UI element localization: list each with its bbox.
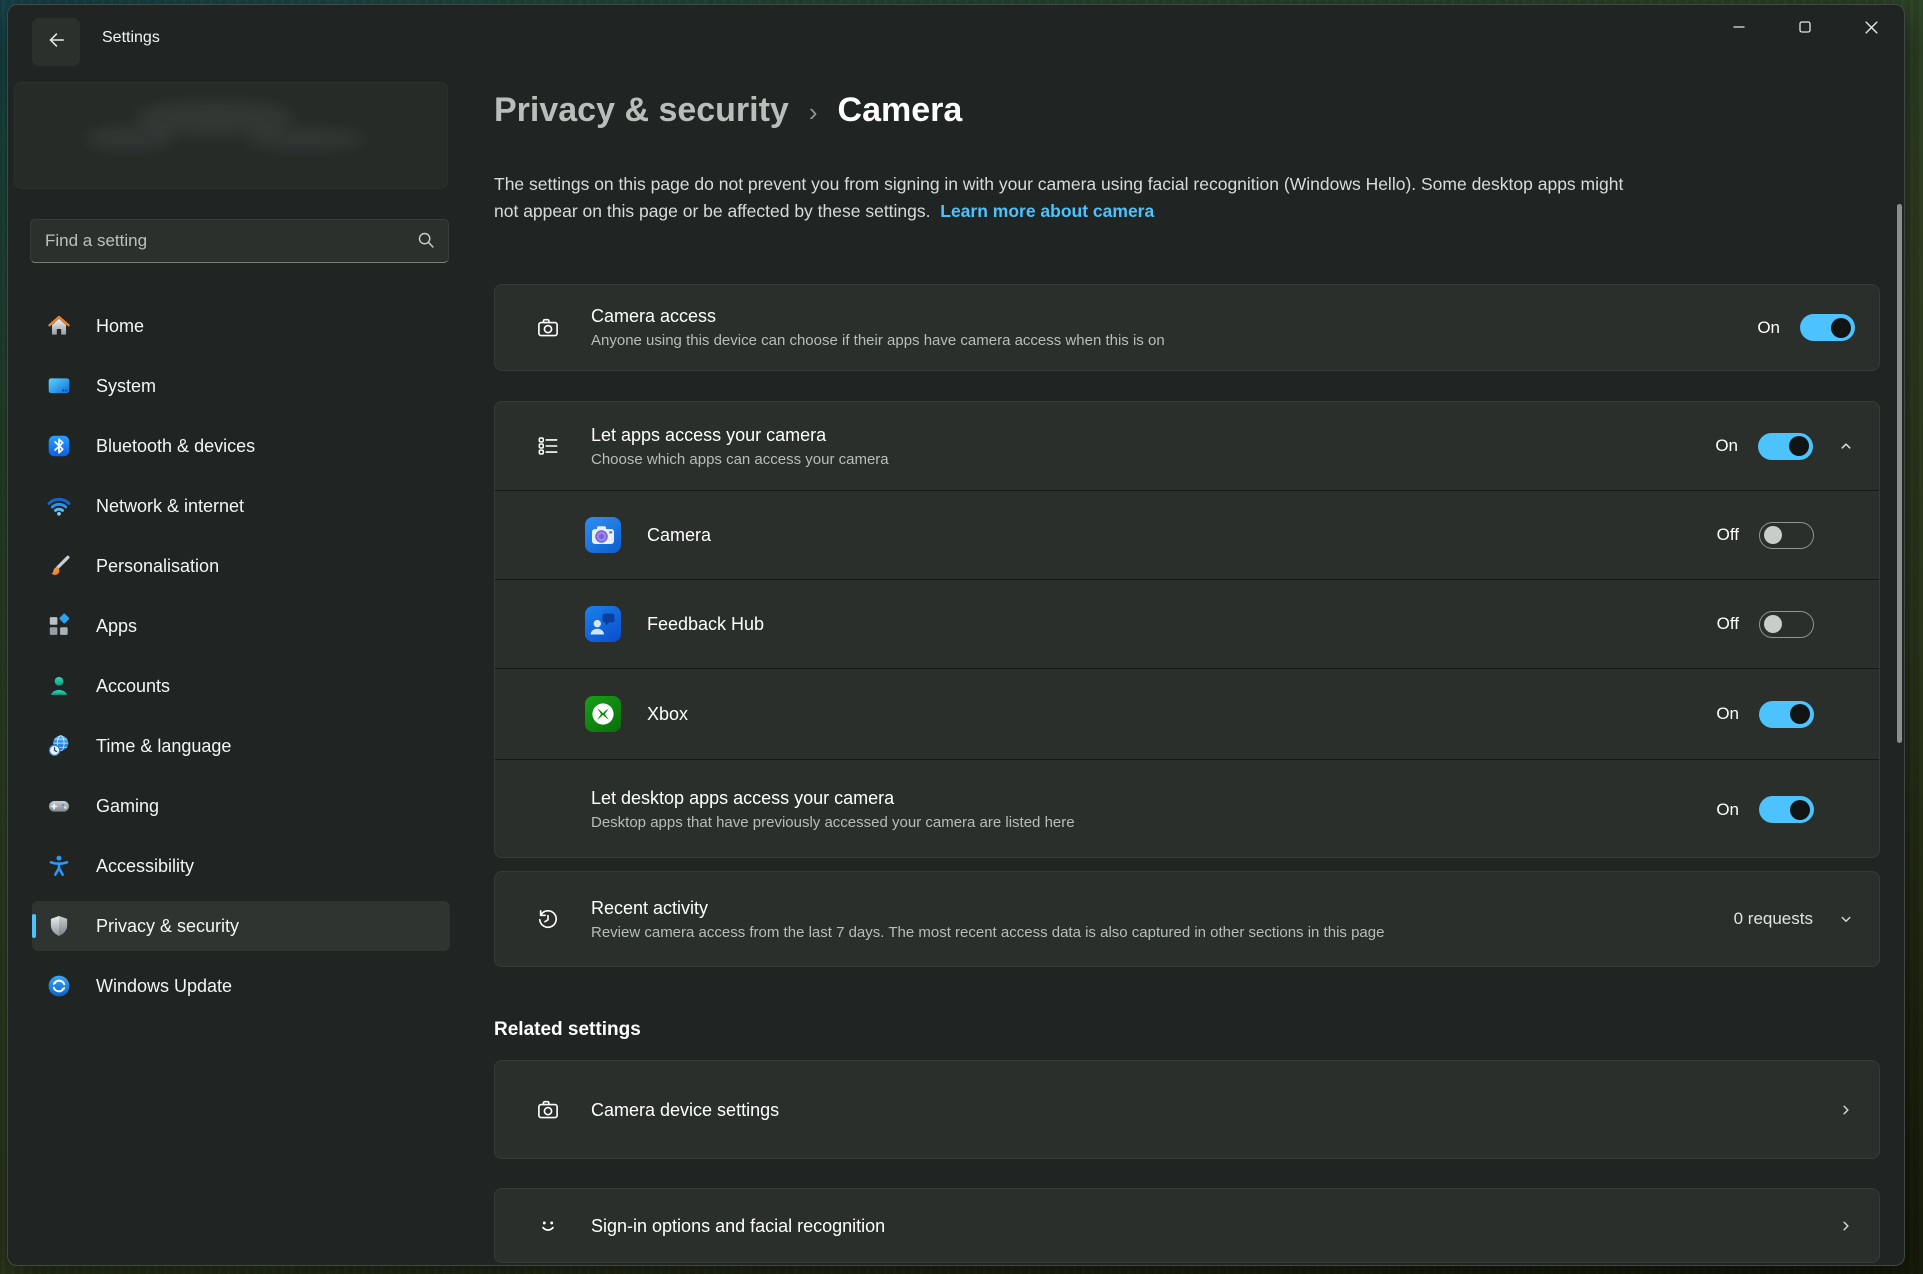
desktop-apps-row: Let desktop apps access your camera Desk… [495,759,1879,859]
chevron-down-icon[interactable] [1837,910,1855,928]
app-state: Off [1717,525,1739,545]
app-name: Camera [647,525,711,546]
recent-activity-count: 0 requests [1734,909,1813,929]
windows-hello-smile-icon [535,1213,561,1239]
desktop: { "titlebar": { "title": "Settings" }, "… [0,0,1923,1274]
related-settings-heading: Related settings [494,1019,641,1041]
camera-app-toggle[interactable] [1759,522,1814,549]
recent-activity-title: Recent activity [591,896,1384,920]
breadcrumb: Privacy & security › Camera [494,91,962,130]
app-state: On [1716,704,1739,724]
app-row-feedback-hub: Feedback Hub Off [495,579,1879,668]
camera-outline-icon [535,315,561,341]
let-apps-group-card: Let apps access your camera Choose which… [494,401,1880,858]
chevron-right-icon [1837,1217,1855,1235]
app-row-xbox: Xbox On [495,668,1879,759]
desktop-apps-title: Let desktop apps access your camera [591,786,1075,810]
desktop-apps-subtitle: Desktop apps that have previously access… [591,813,1075,833]
breadcrumb-separator-icon: › [809,97,818,128]
camera-access-title: Camera access [591,304,1165,328]
breadcrumb-parent[interactable]: Privacy & security [494,91,789,130]
app-name: Feedback Hub [647,614,764,635]
let-apps-state: On [1715,436,1738,456]
page-description: The settings on this page do not prevent… [494,171,1880,225]
camera-app-icon [585,517,621,553]
camera-outline-icon [535,1097,561,1123]
main-content: Privacy & security › Camera The settings… [8,5,1904,1265]
learn-more-link[interactable]: Learn more about camera [940,201,1154,221]
camera-access-toggle[interactable] [1800,314,1855,341]
page-description-line2: not appear on this page or be affected b… [494,198,1880,225]
recent-activity-subtitle: Review camera access from the last 7 day… [591,923,1384,943]
vertical-scrollbar-thumb[interactable] [1897,204,1902,743]
camera-device-settings-row[interactable]: Camera device settings [494,1060,1880,1159]
let-apps-subtitle: Choose which apps can access your camera [591,450,889,470]
xbox-app-icon [585,696,621,732]
recent-activity-card[interactable]: Recent activity Review camera access fro… [494,871,1880,967]
let-apps-toggle[interactable] [1758,433,1813,460]
camera-device-settings-label: Camera device settings [591,1098,779,1122]
desktop-apps-toggle[interactable] [1759,796,1814,823]
sign-in-options-label: Sign-in options and facial recognition [591,1214,885,1238]
chevron-up-icon[interactable] [1837,437,1855,455]
history-icon [535,906,561,932]
let-apps-header-row[interactable]: Let apps access your camera Choose which… [495,402,1879,490]
apps-list-icon [535,433,561,459]
app-name: Xbox [647,704,688,725]
camera-access-subtitle: Anyone using this device can choose if t… [591,331,1165,351]
camera-access-state: On [1757,318,1780,338]
xbox-toggle[interactable] [1759,701,1814,728]
page-description-line1: The settings on this page do not prevent… [494,171,1880,198]
app-row-camera: Camera Off [495,490,1879,579]
sign-in-options-row[interactable]: Sign-in options and facial recognition [494,1188,1880,1263]
camera-access-card: Camera access Anyone using this device c… [494,284,1880,371]
feedback-hub-toggle[interactable] [1759,611,1814,638]
let-apps-title: Let apps access your camera [591,423,889,447]
settings-window: Settings [7,4,1905,1266]
page-title: Camera [838,91,963,130]
chevron-right-icon [1837,1101,1855,1119]
desktop-apps-state: On [1716,800,1739,820]
feedback-hub-app-icon [585,606,621,642]
app-state: Off [1717,614,1739,634]
